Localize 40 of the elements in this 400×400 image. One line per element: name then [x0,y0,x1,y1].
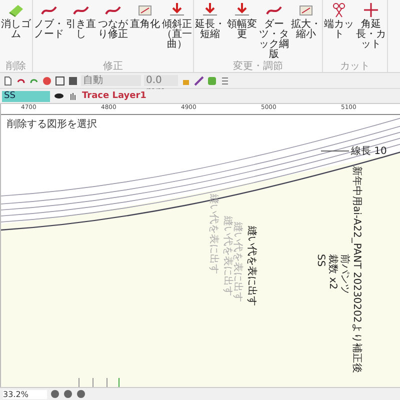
arrow-icon [169,2,185,18]
length-label: 線長 10 [351,145,387,158]
ribbon-tool[interactable]: 端カット [323,0,355,61]
list-icon[interactable] [220,76,230,86]
layer-name: Trace Layer1 [82,91,146,101]
seam-label: 縫い代を表に出す [246,226,257,306]
size-field[interactable]: 0.0 [144,75,178,86]
ribbon-tool[interactable]: 拡大・縮小 [290,0,322,61]
ribbon-tool[interactable]: ノブ・ノード [33,0,65,61]
cross-icon [363,2,379,18]
piece-label: 前パンツ [339,254,350,294]
piece-label: SS [315,254,326,267]
frame-icon[interactable] [55,76,65,86]
zoom-select[interactable]: 33.2% [3,390,47,398]
seam-label: 縫い代を表に出す [208,194,219,274]
layer-select[interactable]: SS [2,90,50,102]
group-label: 削除 [5,61,27,72]
group-label: カット [339,61,371,72]
eraser-icon [8,2,24,18]
ribbon-tool[interactable]: 延長・短縮 [194,0,226,61]
scissors-icon [331,2,347,18]
group-label: 変更・調節 [232,61,284,72]
piece-label: 新年中用ai-A22_PANT 20230202より補正後 [351,166,362,373]
seam-label: 縫い代を表に出す [232,222,243,302]
ribbon-tool[interactable]: 傾斜正（直一曲） [161,0,193,61]
ribbon-tool[interactable]: 直角化 [129,0,161,61]
ribbon-tool[interactable]: 角延長・カット [355,0,387,61]
ribbon-tool[interactable]: ダーツ・タック綱版 [258,0,290,61]
group-label: 修正 [102,61,124,72]
ribbon-tool[interactable]: 引き直し [65,0,97,61]
piece-label: 裁数 x2 [327,254,338,290]
ribbon-tool[interactable]: つながり修正 [97,0,129,61]
arrow-icon [234,2,250,18]
status-prompt: 削除する図形を選択 [7,118,97,131]
mode-field[interactable]: 自動 [81,75,141,86]
new-file-icon[interactable] [3,76,13,86]
seam-label: 縫い代を表に出す [222,216,233,296]
ribbon-tool[interactable]: 消しゴム [0,0,32,61]
ribbon-tool[interactable]: 領幅変更 [226,0,258,61]
arrow-icon [202,2,218,18]
